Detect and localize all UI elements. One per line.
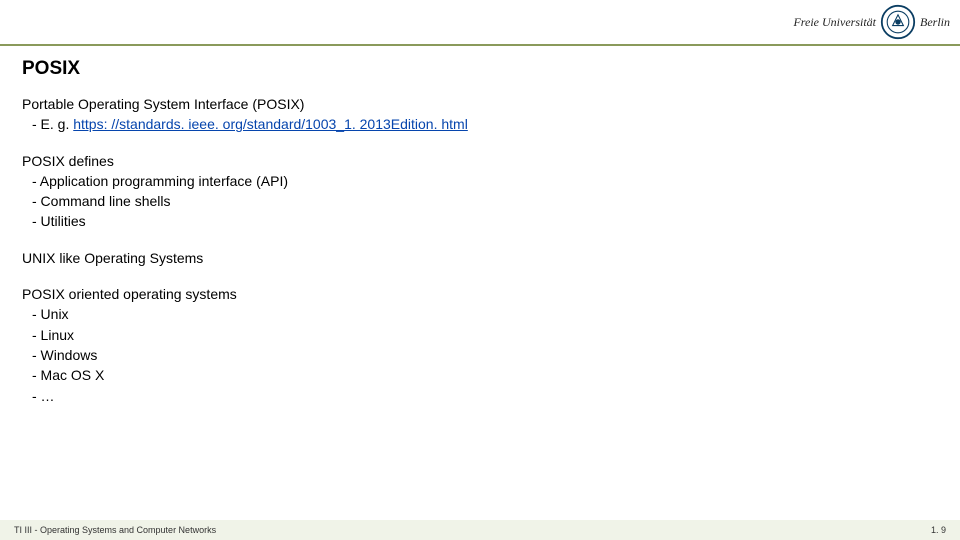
slide-content: POSIX Portable Operating System Interfac… [0, 46, 960, 406]
eg-prefix: - E. g. [32, 116, 73, 132]
header: Freie Universität Berlin [0, 0, 960, 46]
unixlike-lead: UNIX like Operating Systems [22, 248, 938, 268]
list-item: - Mac OS X [22, 365, 938, 385]
paragraph-intro: Portable Operating System Interface (POS… [22, 94, 938, 135]
footer-left: TI III - Operating Systems and Computer … [14, 525, 216, 535]
list-item: - Unix [22, 304, 938, 324]
paragraph-oriented: POSIX oriented operating systems - Unix … [22, 284, 938, 406]
logo-text-left: Freie Universität [793, 15, 876, 30]
university-logo: Freie Universität Berlin [793, 0, 950, 44]
list-item: - … [22, 386, 938, 406]
slide-body: Portable Operating System Interface (POS… [22, 94, 938, 406]
list-item: - Linux [22, 325, 938, 345]
footer: TI III - Operating Systems and Computer … [0, 520, 960, 540]
paragraph-defines: POSIX defines - Application programming … [22, 151, 938, 232]
list-item: - Windows [22, 345, 938, 365]
oriented-lead: POSIX oriented operating systems [22, 284, 938, 304]
intro-lead: Portable Operating System Interface (POS… [22, 94, 938, 114]
list-item: - Application programming interface (API… [22, 171, 938, 191]
list-item: - Utilities [22, 211, 938, 231]
footer-page-number: 1. 9 [931, 525, 946, 535]
university-seal-icon [880, 4, 916, 40]
paragraph-unixlike: UNIX like Operating Systems [22, 248, 938, 268]
logo-text-right: Berlin [920, 15, 950, 30]
intro-example: - E. g. https: //standards. ieee. org/st… [22, 114, 938, 134]
slide-title: POSIX [22, 58, 938, 80]
defines-lead: POSIX defines [22, 151, 938, 171]
list-item: - Command line shells [22, 191, 938, 211]
standards-link[interactable]: https: //standards. ieee. org/standard/1… [73, 116, 468, 132]
